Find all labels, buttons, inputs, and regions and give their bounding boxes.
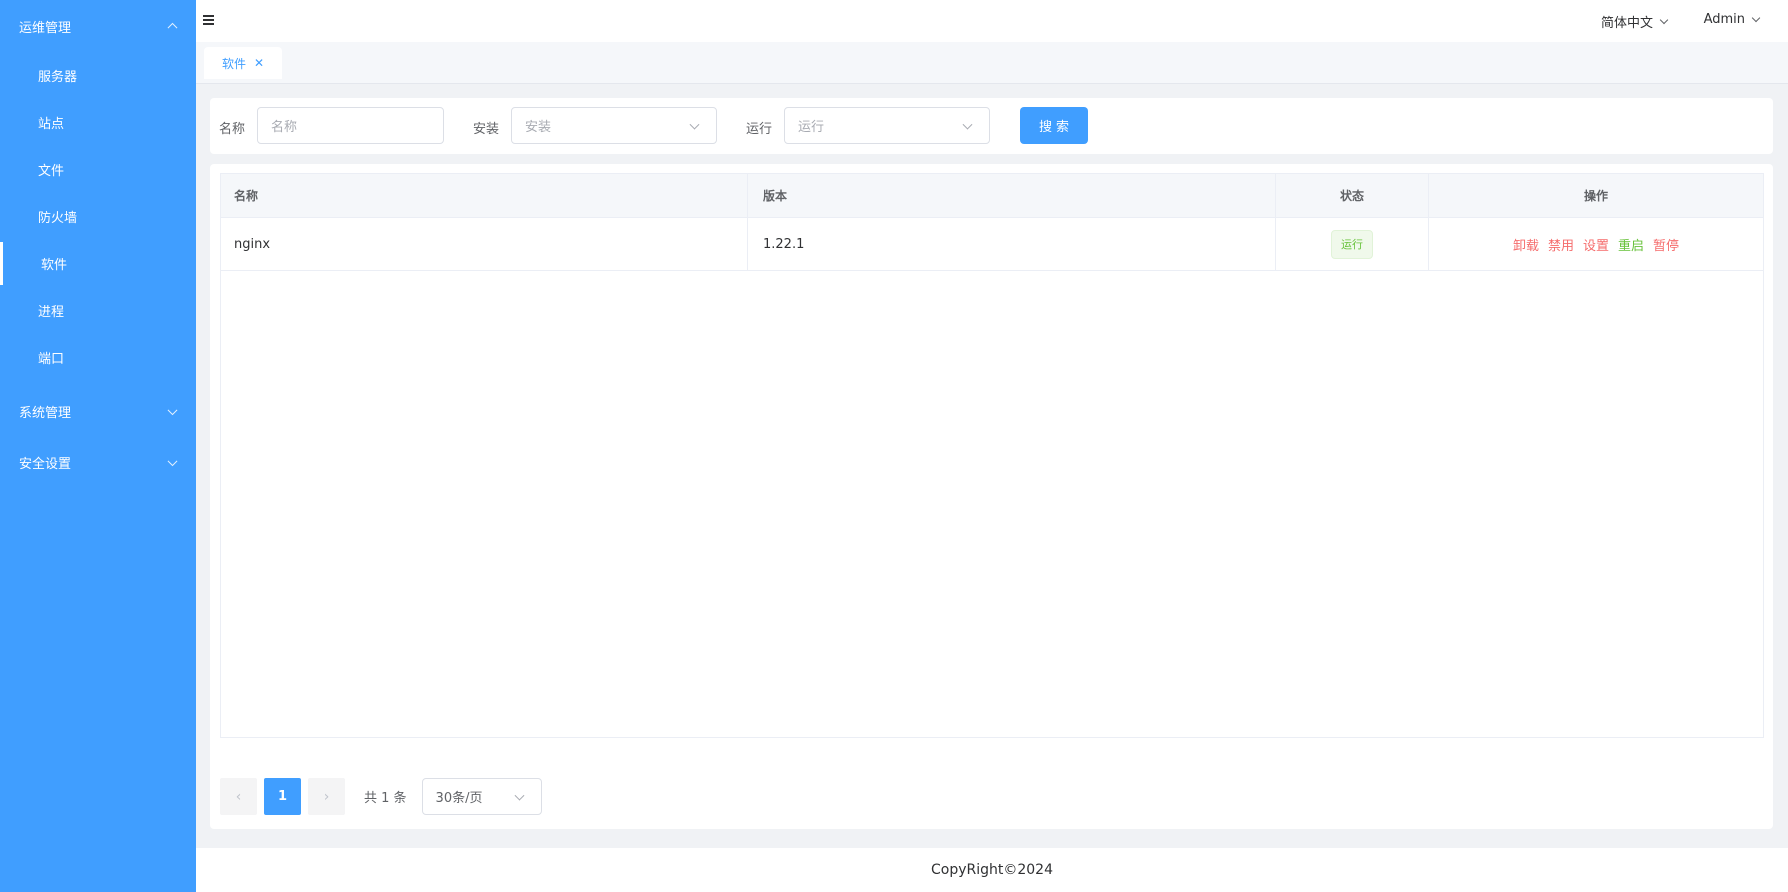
sidebar-item-sites[interactable]: 站点 bbox=[0, 99, 196, 146]
search-form: 名称 名称 安装 安装 运行 运行 搜索 bbox=[210, 98, 1773, 154]
sidebar: 运维管理 服务器 站点 文件 防火墙 软件 进程 端口 系统管理 安全设置 bbox=[0, 0, 196, 892]
disable-link[interactable]: 禁用 bbox=[1548, 235, 1574, 254]
sidebar-item-firewall[interactable]: 防火墙 bbox=[0, 193, 196, 240]
page-number-button[interactable]: 1 bbox=[264, 778, 301, 815]
column-header-status: 状态 bbox=[1276, 174, 1429, 217]
table-row: nginx 1.22.1 运行 卸载 禁用 设置 重启 暂停 bbox=[221, 218, 1763, 271]
sidebar-item-ports[interactable]: 端口 bbox=[0, 334, 196, 381]
uninstall-link[interactable]: 卸载 bbox=[1513, 235, 1539, 254]
prev-page-button[interactable]: ‹ bbox=[220, 778, 257, 815]
settings-link[interactable]: 设置 bbox=[1583, 235, 1609, 254]
status-badge: 运行 bbox=[1331, 229, 1373, 259]
name-filter-input[interactable]: 名称 bbox=[257, 107, 444, 144]
user-menu[interactable]: Admin bbox=[1703, 12, 1761, 27]
sidebar-item-label: 端口 bbox=[38, 352, 65, 367]
language-selector[interactable]: 简体中文 bbox=[1600, 12, 1669, 31]
chevron-down-icon bbox=[167, 455, 178, 466]
language-label: 简体中文 bbox=[1600, 16, 1653, 31]
sidebar-item-processes[interactable]: 进程 bbox=[0, 287, 196, 334]
chevron-right-icon: › bbox=[323, 788, 330, 805]
chevron-left-icon: ‹ bbox=[235, 788, 242, 805]
name-filter-placeholder: 名称 bbox=[271, 120, 298, 135]
tabs-bar: 软件 ✕ bbox=[196, 42, 1788, 84]
install-filter-select[interactable]: 安装 bbox=[511, 107, 717, 144]
pause-link[interactable]: 暂停 bbox=[1653, 235, 1679, 254]
chevron-down-icon bbox=[962, 119, 973, 130]
tab-label: 软件 bbox=[222, 56, 247, 71]
software-version: 1.22.1 bbox=[748, 218, 1276, 270]
sidebar-item-servers[interactable]: 服务器 bbox=[0, 52, 196, 99]
search-button[interactable]: 搜索 bbox=[1020, 107, 1088, 144]
name-filter-label: 名称 bbox=[219, 122, 246, 137]
install-filter-label: 安装 bbox=[473, 122, 500, 137]
sidebar-item-label: 站点 bbox=[38, 117, 65, 132]
page-size-select[interactable]: 30条/页 bbox=[421, 778, 542, 815]
pagination: ‹ 1 › 共 1 条 30条/页 bbox=[220, 778, 542, 815]
next-page-button[interactable]: › bbox=[308, 778, 345, 815]
footer: CopyRight©2024 bbox=[196, 848, 1788, 892]
chevron-down-icon bbox=[689, 119, 700, 130]
tab-software[interactable]: 软件 ✕ bbox=[204, 47, 283, 79]
restart-link[interactable]: 重启 bbox=[1618, 235, 1644, 254]
software-table-card: 名称 版本 状态 操作 nginx 1.22.1 运行 卸载 禁用 设置 重启 … bbox=[210, 164, 1773, 829]
copyright-text: CopyRight©2024 bbox=[930, 862, 1053, 878]
menu-toggle-icon[interactable] bbox=[203, 15, 214, 25]
top-header: 简体中文 Admin bbox=[196, 0, 1788, 42]
sidebar-item-files[interactable]: 文件 bbox=[0, 146, 196, 193]
sidebar-group-security[interactable]: 安全设置 bbox=[0, 437, 196, 488]
sidebar-item-label: 文件 bbox=[38, 164, 65, 179]
sidebar-item-software[interactable]: 软件 bbox=[0, 240, 196, 287]
sidebar-group-system[interactable]: 系统管理 bbox=[0, 386, 196, 437]
column-header-name: 名称 bbox=[221, 174, 748, 217]
run-filter-select[interactable]: 运行 bbox=[784, 107, 990, 144]
status-cell: 运行 bbox=[1276, 218, 1429, 270]
chevron-down-icon bbox=[1659, 15, 1669, 24]
sidebar-group-label: 安全设置 bbox=[19, 457, 72, 472]
column-header-actions: 操作 bbox=[1583, 189, 1608, 203]
table-header: 名称 版本 状态 操作 bbox=[221, 174, 1763, 218]
chevron-down-icon bbox=[167, 404, 178, 415]
sidebar-group-label: 系统管理 bbox=[19, 406, 72, 421]
sidebar-item-label: 服务器 bbox=[38, 70, 78, 85]
column-header-version: 版本 bbox=[748, 174, 1276, 217]
page-size-value: 30条/页 bbox=[435, 791, 483, 806]
sidebar-item-label: 进程 bbox=[38, 305, 65, 320]
sidebar-item-label: 软件 bbox=[41, 258, 68, 273]
chevron-down-icon bbox=[1751, 13, 1761, 22]
chevron-up-icon bbox=[167, 22, 178, 33]
total-count: 共 1 条 bbox=[364, 791, 407, 806]
software-name: nginx bbox=[221, 218, 748, 270]
run-filter-placeholder: 运行 bbox=[798, 120, 825, 135]
install-filter-placeholder: 安装 bbox=[525, 120, 552, 135]
sidebar-group-ops[interactable]: 运维管理 bbox=[0, 0, 196, 52]
actions-cell: 卸载 禁用 设置 重启 暂停 bbox=[1429, 218, 1763, 270]
software-table: 名称 版本 状态 操作 nginx 1.22.1 运行 卸载 禁用 设置 重启 … bbox=[220, 173, 1764, 738]
sidebar-group-label: 运维管理 bbox=[19, 20, 72, 36]
run-filter-label: 运行 bbox=[746, 122, 773, 137]
user-name: Admin bbox=[1703, 12, 1745, 27]
close-icon[interactable]: ✕ bbox=[254, 57, 264, 69]
sidebar-item-label: 防火墙 bbox=[38, 211, 78, 226]
chevron-down-icon bbox=[514, 790, 524, 801]
